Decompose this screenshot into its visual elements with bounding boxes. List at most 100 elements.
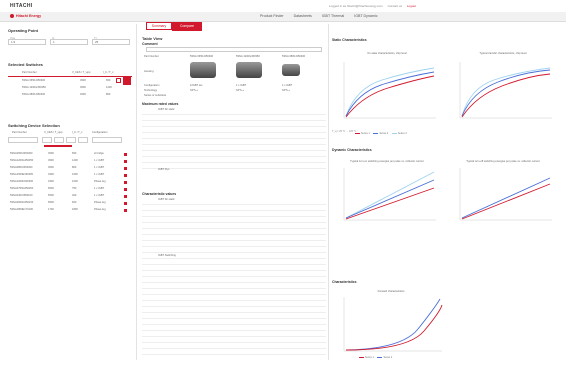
table-rule [142,150,326,151]
chart-legend: Series 1 Series 2 [356,356,392,359]
table-rule [142,288,326,289]
brand-label: Hitachi Energy [16,14,42,18]
sel-v: 4500 [80,93,86,96]
i-filter-input[interactable] [78,137,88,143]
series-line [461,69,551,117]
sel-part: 5SNA 0800J450300 [22,93,46,96]
table-rule [142,264,326,265]
tab-summary[interactable]: Summary [146,22,172,30]
table-rule [142,354,326,355]
tech-value: SPT++ [190,89,199,92]
tab-compare[interactable]: Compare [172,22,202,31]
row-current: 800 [72,166,77,169]
row-current: 1200 [72,159,78,162]
sw-col-config: Configuration [92,131,108,134]
table-rule [142,162,326,163]
table-rule [142,228,326,229]
chart-plot [459,168,552,221]
row-voltage: 1700 [48,208,54,211]
row-config: 1 x IGBT [94,187,105,190]
v-filter-input[interactable] [54,137,64,143]
nav-product-finder[interactable]: Product Finder [260,14,284,18]
series-line [345,179,435,219]
row-label-housing: Housing [144,70,154,73]
add-row-icon[interactable] [124,187,127,191]
chart-plot [343,297,443,352]
table-rule [142,306,326,307]
sw-col-i: I_C / T_c [72,131,83,134]
top-bar: HITACHI Logged in as hitachi@hitachiener… [0,0,566,12]
contact-link[interactable]: Contact us [388,4,402,8]
chart-plot [459,62,552,119]
add-row-icon[interactable] [124,173,127,177]
brand-link[interactable]: Hitachi Energy [10,14,42,19]
chart-title: Forward characteristics [377,290,405,293]
nav-links: Product Finder Datasheets IGBT Thermal I… [260,14,387,18]
add-row-icon[interactable] [124,201,127,205]
comment-field[interactable] [146,47,322,52]
config-filter-select[interactable] [92,137,122,143]
filter-row [8,137,132,143]
table-rule [142,276,326,277]
row-part: 5SNA0650J450300 [10,152,33,155]
table-rule [142,270,326,271]
table-rule [142,348,326,349]
legend-item: Series 1 [361,132,370,135]
remove-icon[interactable] [116,78,121,83]
table-rule [142,114,326,115]
i-filter-input[interactable] [66,137,76,143]
chart-plot [343,62,436,119]
config-value: 1 x IGBT [236,84,247,87]
row-config: Phase leg [94,208,106,211]
comment-title: Comment [142,42,158,46]
company-logo: HITACHI [10,3,33,9]
dynamic-title: Dynamic Characteristics [332,148,372,152]
v-filter-input[interactable] [42,137,52,143]
max-rated-title: Maximum rated values [142,102,179,106]
row-current: 750 [72,187,77,190]
row-part: 5SNA0600G650100 [10,201,34,204]
tj-field[interactable]: 25 [92,39,130,45]
add-row-icon[interactable] [124,159,127,163]
table-rule [142,258,326,259]
sel-v: 4500 [80,86,86,89]
table-rule [142,216,326,217]
add-button[interactable] [123,77,131,85]
subsection-title: IGBT Dc static [158,108,175,111]
logout-link[interactable]: Logout [407,4,416,8]
table-rule [142,294,326,295]
account-links: Logged in as hitachi@hitachienergy.com C… [325,4,416,8]
table-rule [142,330,326,331]
chart-title: Typical turn-off switching energies per … [466,160,540,163]
selected-switches-title: Selected Switches [8,62,43,67]
config-value: 1 x IGBT [282,84,293,87]
series-line [345,67,435,117]
nav-igbt-dynamic[interactable]: IGBT Dynamic [354,14,377,18]
row-voltage: 4500 [48,152,54,155]
logged-in-text: Logged in as hitachi@hitachienergy.com [328,4,383,8]
row-config: 1 x IGBT [94,173,105,176]
chart-title: On-state characteristics, chip level [367,52,407,55]
part-filter-input[interactable] [8,137,38,143]
series-line [461,73,551,118]
row-voltage: 6500 [48,201,54,204]
row-current: 1000 [72,180,78,183]
operating-point-title: Operating Point [8,28,38,33]
vce-field[interactable]: 1.9 [8,39,46,45]
nav-datasheets[interactable]: Datasheets [294,14,312,18]
nav-igbt-thermal[interactable]: IGBT Thermal [322,14,344,18]
add-row-icon[interactable] [124,166,127,170]
chart-transfer: Typical transfer characteristics, chip l… [448,52,558,132]
ic-field[interactable]: 1 [50,39,88,45]
range-slider[interactable] [44,145,72,147]
add-row-icon[interactable] [124,194,127,198]
tech-value: SPT++ [236,89,245,92]
sel-part: 5SNA 1200G450350 [22,86,46,89]
add-row-icon[interactable] [124,152,127,156]
row-part: 5SNA1000N330300 [10,180,34,183]
row-part: 5SNA0750G650300 [10,187,34,190]
add-row-icon[interactable] [124,208,127,212]
row-label-config: Configuration [144,84,160,87]
add-row-icon[interactable] [124,180,127,184]
module-image [282,64,300,77]
